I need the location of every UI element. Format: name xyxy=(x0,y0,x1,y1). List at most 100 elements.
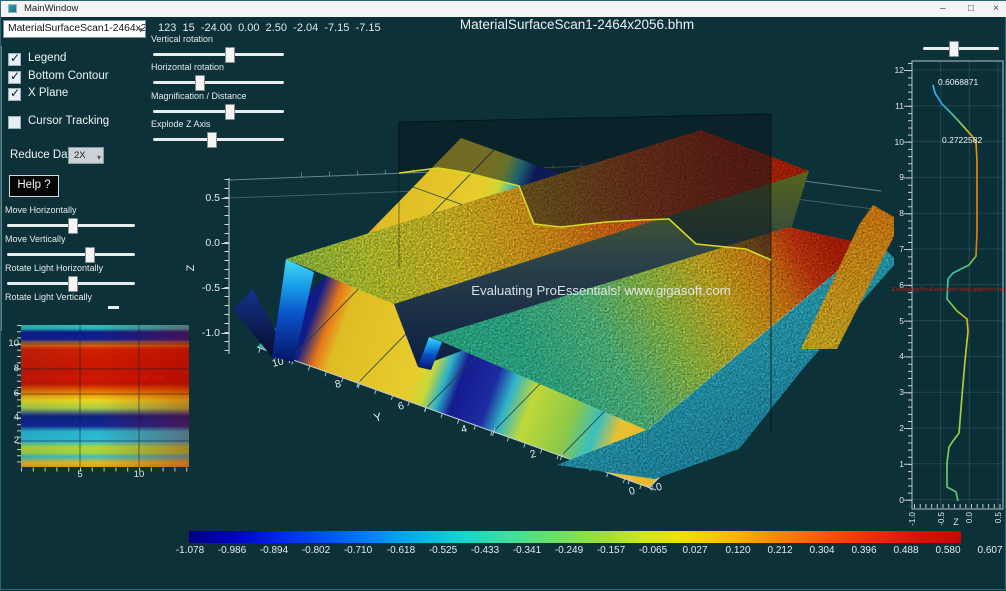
slider-label: Magnification / Distance xyxy=(151,91,247,101)
colorbar-label: -0.249 xyxy=(545,545,593,556)
file-dropdown[interactable]: MaterialSurfaceScan1-2464x2056.bhm ▾ xyxy=(3,20,146,38)
horizontal-rotation-slider[interactable] xyxy=(153,75,284,91)
chevron-down-icon: ▾ xyxy=(97,150,101,165)
contour-minimap[interactable]: Evaluating ProEssentials! www.gigasoft.c… xyxy=(21,325,189,467)
profile-z-tick: -1.0 xyxy=(908,511,917,525)
surface-3d-plot[interactable]: 0.5 0.0 -0.5 -1.0 Z 10 8 6 4 2 0 Y 0 5 1… xyxy=(1,1,1006,591)
checkbox-box[interactable] xyxy=(8,88,21,101)
z-tick: 0.5 xyxy=(205,192,220,204)
slider-track[interactable] xyxy=(153,138,284,141)
slider-thumb[interactable] xyxy=(225,104,235,120)
colorbar-label: -0.341 xyxy=(503,545,551,556)
vertical-rotation-slider[interactable] xyxy=(153,47,284,63)
slider-thumb[interactable] xyxy=(207,132,217,148)
watermark: Evaluating ProEssentials! www.gigasoft.c… xyxy=(471,283,730,298)
colorbar-label: 0.396 xyxy=(840,545,888,556)
slider-track[interactable] xyxy=(7,253,135,256)
profile-z-tick: 0.0 xyxy=(965,511,974,523)
color-scale-bar xyxy=(189,531,961,543)
minimap-grid xyxy=(13,322,197,478)
minimap-y-tick: 4 xyxy=(4,412,19,423)
colorbar-label: 0.304 xyxy=(798,545,846,556)
profile-y-tick: 7 xyxy=(899,244,904,254)
x-tick: 0 xyxy=(655,481,664,494)
profile-y-tick: 12 xyxy=(895,65,905,75)
z-axis-label: Z xyxy=(185,264,197,271)
app-icon xyxy=(8,4,17,13)
minimap-y-tick: 8 xyxy=(4,363,19,374)
slider-label: Horizontal rotation xyxy=(151,62,224,72)
minimap-y-tick: 10 xyxy=(4,338,19,349)
profile-y-tick: 3 xyxy=(899,387,904,397)
chevron-down-icon: ▾ xyxy=(138,22,143,38)
slider-track[interactable] xyxy=(153,81,284,84)
colorbar-label: -0.525 xyxy=(419,545,467,556)
title-bar[interactable]: MainWindow – □ × xyxy=(1,1,1006,17)
profile-y-tick: 9 xyxy=(899,172,904,182)
colorbar-label: -0.710 xyxy=(334,545,382,556)
checkbox-label: Cursor Tracking xyxy=(28,115,109,127)
minimap-x-tick: 5 xyxy=(70,469,90,480)
profile-position-slider[interactable] xyxy=(923,41,999,57)
z-tick: 0.0 xyxy=(205,237,220,249)
rotate-light-vertically-slider[interactable] xyxy=(108,306,119,309)
slider-thumb[interactable] xyxy=(949,41,959,57)
z-tick: -0.5 xyxy=(202,282,220,294)
colorbar-label: -0.157 xyxy=(587,545,635,556)
profile-y-tick: 2 xyxy=(899,423,904,433)
profile-panel[interactable]: 12 11 10 9 8 7 6 5 4 3 2 1 0 -1.0 -0.5 0… xyxy=(892,61,1006,527)
profile-y-tick: 11 xyxy=(895,101,904,111)
checkbox-label: Legend xyxy=(28,52,66,64)
slider-thumb[interactable] xyxy=(85,247,95,263)
checkbox-box[interactable] xyxy=(8,53,21,66)
y-tick: 4 xyxy=(460,423,469,436)
watermark: Evaluating ProEssentials! www.gigasoft.c… xyxy=(892,287,1006,293)
explode-z-slider[interactable] xyxy=(153,132,284,148)
colorbar-label: -0.618 xyxy=(377,545,425,556)
move-horizontally-slider[interactable] xyxy=(7,218,135,234)
slider-label: Rotate Light Vertically xyxy=(5,292,92,302)
minimize-button[interactable]: – xyxy=(929,1,957,17)
reduce-data-value: 2X xyxy=(74,150,86,161)
slider-thumb[interactable] xyxy=(68,218,78,234)
slider-label: Vertical rotation xyxy=(151,34,213,44)
close-button[interactable]: × xyxy=(982,1,1006,17)
checkbox-label: Bottom Contour xyxy=(28,70,109,82)
colorbar-label: 0.607 xyxy=(966,545,1006,556)
slider-track[interactable] xyxy=(923,47,999,50)
colorbar-label: -1.078 xyxy=(166,545,214,556)
profile-y-tick: 4 xyxy=(899,351,904,361)
slider-thumb[interactable] xyxy=(195,75,205,91)
main-window: { "window": { "title": "MainWindow", "co… xyxy=(0,0,1006,590)
move-vertically-slider[interactable] xyxy=(7,247,135,263)
maximize-button[interactable]: □ xyxy=(957,1,985,17)
minimap-x-tick: 10 xyxy=(129,469,149,480)
slider-label: Explode Z Axis xyxy=(151,119,211,129)
slider-thumb[interactable] xyxy=(225,47,235,63)
profile-y-tick: 10 xyxy=(895,137,905,147)
slider-thumb[interactable] xyxy=(68,276,78,292)
checkbox-box[interactable] xyxy=(8,116,21,129)
file-dropdown-value: MaterialSurfaceScan1-2464x2056.bhm xyxy=(8,23,146,34)
cursor-readout: 123 15 -24.00 0.00 2.50 -2.04 -7.15 -7.1… xyxy=(158,22,381,34)
divider xyxy=(1,46,2,331)
profile-axis-label: Z xyxy=(953,517,959,527)
help-button[interactable]: Help ? xyxy=(9,175,59,197)
colorbar-label: -0.433 xyxy=(461,545,509,556)
z-tick: -1.0 xyxy=(202,327,220,339)
colorbar-label: 0.488 xyxy=(882,545,930,556)
checkbox-box[interactable] xyxy=(8,71,21,84)
reduce-data-dropdown[interactable]: 2X ▾ xyxy=(68,147,104,164)
slider-track[interactable] xyxy=(153,53,284,56)
rotate-light-horizontally-slider[interactable] xyxy=(7,276,135,292)
window-title: MainWindow xyxy=(24,3,78,14)
y-tick: 6 xyxy=(397,400,406,413)
slider-track[interactable] xyxy=(153,110,284,113)
slider-label: Rotate Light Horizontally xyxy=(5,263,103,273)
minimap-y-tick: 2 xyxy=(4,435,19,446)
magnification-slider[interactable] xyxy=(153,104,284,120)
slider-label: Move Horizontally xyxy=(5,205,77,215)
profile-y-tick: 5 xyxy=(899,316,904,326)
checkbox-label: X Plane xyxy=(28,87,68,99)
colorbar-label: -0.986 xyxy=(208,545,256,556)
